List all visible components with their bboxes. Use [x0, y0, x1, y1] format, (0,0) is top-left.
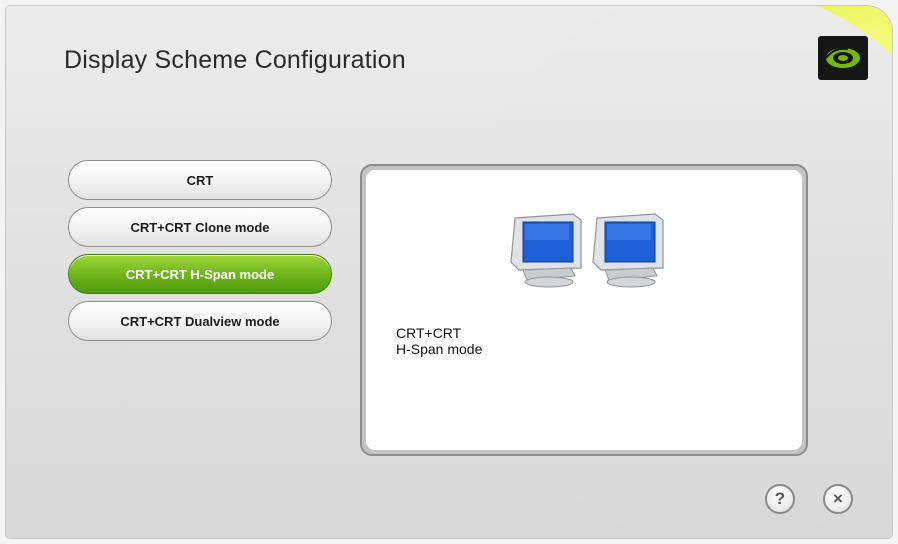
scheme-button-dualview[interactable]: CRT+CRT Dualview mode [68, 301, 332, 341]
nvidia-logo-icon [818, 36, 868, 80]
caption-line-2: H-Span mode [396, 341, 483, 357]
scheme-button-crt[interactable]: CRT [68, 160, 332, 200]
two-crt-monitors-icon [501, 210, 671, 295]
dialog-window: Display Scheme Configuration CRT CRT+CRT… [6, 6, 892, 538]
close-icon: × [833, 489, 843, 508]
preview-panel: CRT+CRT H-Span mode [360, 164, 808, 456]
close-button[interactable]: × [823, 484, 853, 514]
dialog-title: Display Scheme Configuration [64, 46, 406, 74]
preview-caption: CRT+CRT H-Span mode [396, 325, 482, 357]
caption-line-1: CRT+CRT [396, 325, 462, 341]
scheme-list: CRT CRT+CRT Clone mode CRT+CRT H-Span mo… [68, 160, 332, 348]
help-icon: ? [774, 489, 786, 508]
scheme-button-hspan[interactable]: CRT+CRT H-Span mode [68, 254, 332, 294]
scheme-button-clone[interactable]: CRT+CRT Clone mode [68, 207, 332, 247]
help-button[interactable]: ? [765, 484, 795, 514]
